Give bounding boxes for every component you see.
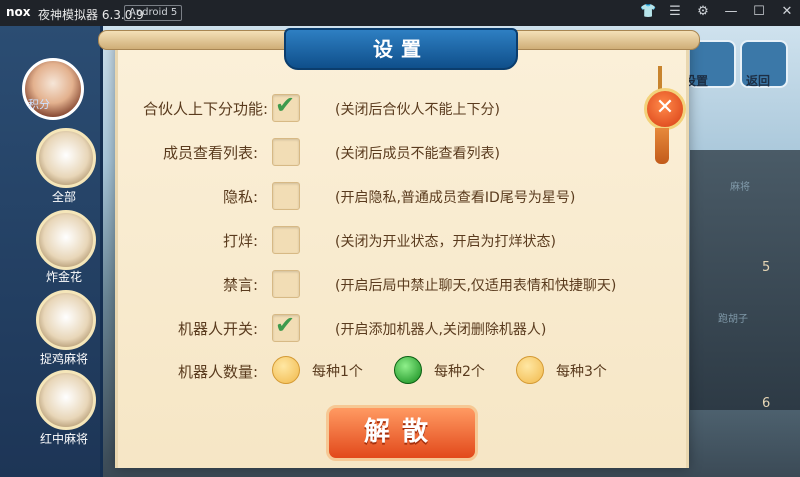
row-desc-partner-score: (关闭后合伙人不能上下分) xyxy=(335,102,500,118)
close-tassel-fringe xyxy=(655,128,669,164)
table-label: 麻将 xyxy=(730,182,750,193)
table-number: 5 xyxy=(762,260,771,275)
back-button-label: 返回 xyxy=(746,74,771,88)
radio-robot-count-3[interactable] xyxy=(516,356,544,384)
close-dialog-button[interactable]: ✕ xyxy=(644,88,686,130)
row-label-privacy: 隐私: xyxy=(222,188,258,206)
row-desc-closed: (关闭为开业状态，开启为打烊状态) xyxy=(335,234,556,250)
row-desc-member-list: (关闭后成员不能查看列表) xyxy=(335,146,500,162)
game-entry-hongzhong[interactable] xyxy=(36,370,96,430)
android-version-badge: Android 5 xyxy=(124,5,183,21)
dissolve-button[interactable]: 解散 xyxy=(326,405,478,461)
table-number: 6 xyxy=(762,396,771,411)
checkbox-closed[interactable] xyxy=(272,226,300,254)
row-label-mute: 禁言: xyxy=(222,276,258,294)
radio-label-robot-count-3: 每种3个 xyxy=(556,364,607,380)
radio-robot-count-1[interactable] xyxy=(272,356,300,384)
maximize-icon[interactable]: ☐ xyxy=(752,4,766,19)
row-desc-mute: (开启后局中禁止聊天,仅适用表情和快捷聊天) xyxy=(335,278,617,294)
checkbox-robot-switch[interactable]: ✔ xyxy=(272,311,300,342)
menu-icon[interactable]: ☰ xyxy=(668,4,682,19)
emulator-titlebar: nox 夜神模拟器 6.3.0.9 Android 5 👕 ☰ ⚙ — ☐ ✕ xyxy=(0,0,800,26)
shirt-icon[interactable]: 👕 xyxy=(640,4,656,19)
game-label-zhajinhua: 炸金花 xyxy=(45,270,82,284)
window-controls: 👕 ☰ ⚙ — ☐ ✕ xyxy=(640,4,794,19)
nox-logo: nox xyxy=(6,5,31,19)
check-mark-icon: ✔ xyxy=(275,311,296,339)
gear-icon[interactable]: ⚙ xyxy=(696,4,710,19)
row-label-robot-count: 机器人数量: xyxy=(177,363,258,381)
dialog-title: 设置 xyxy=(284,28,518,70)
table-label: 跑胡子 xyxy=(718,314,748,325)
row-label-closed: 打烊: xyxy=(222,232,258,250)
game-label-zhuoji: 捉鸡麻将 xyxy=(39,352,88,366)
row-desc-privacy: (开启隐私,普通成员查看ID尾号为星号) xyxy=(335,190,576,206)
check-mark-icon: ✔ xyxy=(275,91,296,119)
checkbox-mute[interactable] xyxy=(272,270,300,298)
game-entry-zhajinhua[interactable] xyxy=(36,210,96,270)
points-tab[interactable]: 积分 xyxy=(28,96,88,112)
game-label-all: 全部 xyxy=(51,190,76,204)
game-entry-all[interactable] xyxy=(36,128,96,188)
close-tassel-string xyxy=(658,66,662,90)
row-label-robot-switch: 机器人开关: xyxy=(177,320,258,338)
row-label-member-list: 成员查看列表: xyxy=(162,144,258,162)
radio-label-robot-count-1: 每种1个 xyxy=(312,364,363,380)
game-label-hongzhong: 红中麻将 xyxy=(39,432,88,446)
close-icon[interactable]: ✕ xyxy=(780,4,794,19)
checkbox-privacy[interactable] xyxy=(272,182,300,210)
checkbox-member-list[interactable] xyxy=(272,138,300,166)
minimize-icon[interactable]: — xyxy=(724,4,738,19)
row-desc-robot-switch: (开启添加机器人,关闭删除机器人) xyxy=(335,322,547,338)
game-entry-zhuoji[interactable] xyxy=(36,290,96,350)
radio-label-robot-count-2: 每种2个 xyxy=(434,364,485,380)
row-label-partner-score: 合伙人上下分功能: xyxy=(142,100,268,118)
checkbox-partner-score[interactable]: ✔ xyxy=(272,91,300,122)
radio-robot-count-2[interactable] xyxy=(394,356,422,384)
